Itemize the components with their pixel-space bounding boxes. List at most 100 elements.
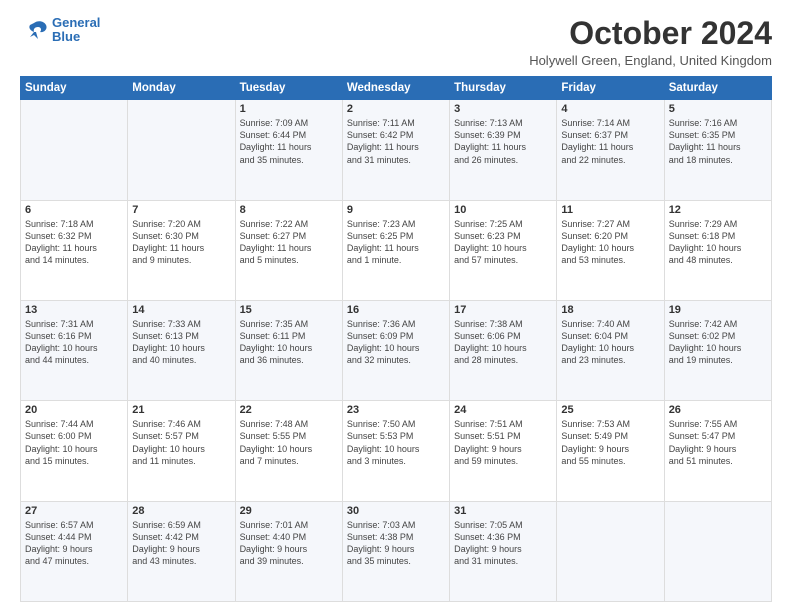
weekday-header-saturday: Saturday [664, 77, 771, 100]
calendar-cell: 21Sunrise: 7:46 AMSunset: 5:57 PMDayligh… [128, 401, 235, 501]
calendar-cell: 28 Sunrise: 6:59 AMSunset: 4:42 PMDayligh… [128, 501, 235, 601]
day-number: 23 [347, 404, 445, 416]
calendar-cell: 8 Sunrise: 7:22 AMSunset: 6:27 PMDaylight… [235, 200, 342, 300]
month-title: October 2024 [529, 16, 772, 51]
weekday-header-thursday: Thursday [450, 77, 557, 100]
day-number: 19 [669, 304, 767, 316]
day-info: Sunrise: 7:16 AMSunset: 6:35 PMDaylight:… [669, 117, 767, 166]
title-block: October 2024 Holywell Green, England, Un… [529, 16, 772, 68]
day-info: Sunrise: 7:48 AMSunset: 5:55 PMDaylight:… [240, 418, 338, 467]
day-info: Sunrise: 7:23 AMSunset: 6:25 PMDaylight:… [347, 218, 445, 267]
day-info: Sunrise: 7:14 AMSunset: 6:37 PMDaylight:… [561, 117, 659, 166]
day-number: 1 [240, 103, 338, 115]
calendar-table: SundayMondayTuesdayWednesdayThursdayFrid… [20, 76, 772, 602]
day-info: Sunrise: 7:36 AMSunset: 6:09 PMDaylight:… [347, 318, 445, 367]
calendar-cell: 31Sunrise: 7:05 AMSunset: 4:36 PMDayligh… [450, 501, 557, 601]
day-number: 22 [240, 404, 338, 416]
week-row-4: 20 Sunrise: 7:44 AMSunset: 6:00 PMDayligh… [21, 401, 772, 501]
calendar-cell: 26 Sunrise: 7:55 AMSunset: 5:47 PMDayligh… [664, 401, 771, 501]
calendar-cell [21, 100, 128, 200]
day-info: Sunrise: 7:09 AMSunset: 6:44 PMDaylight:… [240, 117, 338, 166]
day-number: 30 [347, 505, 445, 517]
calendar-cell: 14 Sunrise: 7:33 AMSunset: 6:13 PMDayligh… [128, 300, 235, 400]
weekday-header-tuesday: Tuesday [235, 77, 342, 100]
day-info: Sunrise: 7:27 AMSunset: 6:20 PMDaylight:… [561, 218, 659, 267]
day-info: Sunrise: 7:40 AMSunset: 6:04 PMDaylight:… [561, 318, 659, 367]
calendar-cell: 10Sunrise: 7:25 AMSunset: 6:23 PMDayligh… [450, 200, 557, 300]
day-info: Sunrise: 7:55 AMSunset: 5:47 PMDaylight:… [669, 418, 767, 467]
weekday-header-row: SundayMondayTuesdayWednesdayThursdayFrid… [21, 77, 772, 100]
calendar-cell: 22 Sunrise: 7:48 AMSunset: 5:55 PMDayligh… [235, 401, 342, 501]
day-info: Sunrise: 7:38 AMSunset: 6:06 PMDaylight:… [454, 318, 552, 367]
calendar-cell: 25Sunrise: 7:53 AMSunset: 5:49 PMDayligh… [557, 401, 664, 501]
day-number: 25 [561, 404, 659, 416]
day-number: 18 [561, 304, 659, 316]
calendar-cell: 19 Sunrise: 7:42 AMSunset: 6:02 PMDayligh… [664, 300, 771, 400]
day-info: Sunrise: 6:57 AMSunset: 4:44 PMDaylight:… [25, 519, 123, 568]
day-info: Sunrise: 7:35 AMSunset: 6:11 PMDaylight:… [240, 318, 338, 367]
day-info: Sunrise: 7:51 AMSunset: 5:51 PMDaylight:… [454, 418, 552, 467]
day-number: 8 [240, 204, 338, 216]
day-number: 2 [347, 103, 445, 115]
day-info: Sunrise: 7:11 AMSunset: 6:42 PMDaylight:… [347, 117, 445, 166]
calendar-cell: 24 Sunrise: 7:51 AMSunset: 5:51 PMDayligh… [450, 401, 557, 501]
calendar-cell: 15Sunrise: 7:35 AMSunset: 6:11 PMDayligh… [235, 300, 342, 400]
calendar-cell: 16 Sunrise: 7:36 AMSunset: 6:09 PMDayligh… [342, 300, 449, 400]
day-info: Sunrise: 6:59 AMSunset: 4:42 PMDaylight:… [132, 519, 230, 568]
day-number: 4 [561, 103, 659, 115]
day-number: 17 [454, 304, 552, 316]
logo-line1: General [52, 15, 100, 30]
week-row-1: 1 Sunrise: 7:09 AMSunset: 6:44 PMDaylight… [21, 100, 772, 200]
day-number: 27 [25, 505, 123, 517]
day-number: 16 [347, 304, 445, 316]
calendar-cell [557, 501, 664, 601]
weekday-header-monday: Monday [128, 77, 235, 100]
day-info: Sunrise: 7:20 AMSunset: 6:30 PMDaylight:… [132, 218, 230, 267]
day-number: 24 [454, 404, 552, 416]
day-number: 11 [561, 204, 659, 216]
day-number: 5 [669, 103, 767, 115]
calendar-cell [128, 100, 235, 200]
day-info: Sunrise: 7:22 AMSunset: 6:27 PMDaylight:… [240, 218, 338, 267]
calendar-cell: 4 Sunrise: 7:14 AMSunset: 6:37 PMDaylight… [557, 100, 664, 200]
calendar-cell: 6 Sunrise: 7:18 AMSunset: 6:32 PMDaylight… [21, 200, 128, 300]
day-info: Sunrise: 7:29 AMSunset: 6:18 PMDaylight:… [669, 218, 767, 267]
day-info: Sunrise: 7:18 AMSunset: 6:32 PMDaylight:… [25, 218, 123, 267]
calendar-cell: 13 Sunrise: 7:31 AMSunset: 6:16 PMDayligh… [21, 300, 128, 400]
day-number: 13 [25, 304, 123, 316]
calendar-cell [664, 501, 771, 601]
day-info: Sunrise: 7:44 AMSunset: 6:00 PMDaylight:… [25, 418, 123, 467]
day-number: 12 [669, 204, 767, 216]
calendar-cell: 18 Sunrise: 7:40 AMSunset: 6:04 PMDayligh… [557, 300, 664, 400]
week-row-2: 6 Sunrise: 7:18 AMSunset: 6:32 PMDaylight… [21, 200, 772, 300]
calendar-cell: 23 Sunrise: 7:50 AMSunset: 5:53 PMDayligh… [342, 401, 449, 501]
day-number: 28 [132, 505, 230, 517]
calendar-cell: 1 Sunrise: 7:09 AMSunset: 6:44 PMDaylight… [235, 100, 342, 200]
day-number: 21 [132, 404, 230, 416]
calendar-cell: 2 Sunrise: 7:11 AMSunset: 6:42 PMDaylight… [342, 100, 449, 200]
day-number: 29 [240, 505, 338, 517]
calendar-cell: 12 Sunrise: 7:29 AMSunset: 6:18 PMDayligh… [664, 200, 771, 300]
calendar-cell: 11 Sunrise: 7:27 AMSunset: 6:20 PMDayligh… [557, 200, 664, 300]
day-info: Sunrise: 7:31 AMSunset: 6:16 PMDaylight:… [25, 318, 123, 367]
page-header: General Blue October 2024 Holywell Green… [20, 16, 772, 68]
logo: General Blue [20, 16, 100, 45]
day-number: 14 [132, 304, 230, 316]
day-number: 7 [132, 204, 230, 216]
day-number: 6 [25, 204, 123, 216]
day-number: 9 [347, 204, 445, 216]
calendar-cell: 7 Sunrise: 7:20 AMSunset: 6:30 PMDaylight… [128, 200, 235, 300]
day-info: Sunrise: 7:03 AMSunset: 4:38 PMDaylight:… [347, 519, 445, 568]
calendar-cell: 20 Sunrise: 7:44 AMSunset: 6:00 PMDayligh… [21, 401, 128, 501]
day-info: Sunrise: 7:05 AMSunset: 4:36 PMDaylight:… [454, 519, 552, 568]
calendar-cell: 30 Sunrise: 7:03 AMSunset: 4:38 PMDayligh… [342, 501, 449, 601]
day-number: 20 [25, 404, 123, 416]
week-row-3: 13 Sunrise: 7:31 AMSunset: 6:16 PMDayligh… [21, 300, 772, 400]
day-info: Sunrise: 7:42 AMSunset: 6:02 PMDaylight:… [669, 318, 767, 367]
weekday-header-friday: Friday [557, 77, 664, 100]
day-number: 26 [669, 404, 767, 416]
day-info: Sunrise: 7:50 AMSunset: 5:53 PMDaylight:… [347, 418, 445, 467]
day-number: 10 [454, 204, 552, 216]
day-info: Sunrise: 7:33 AMSunset: 6:13 PMDaylight:… [132, 318, 230, 367]
weekday-header-sunday: Sunday [21, 77, 128, 100]
